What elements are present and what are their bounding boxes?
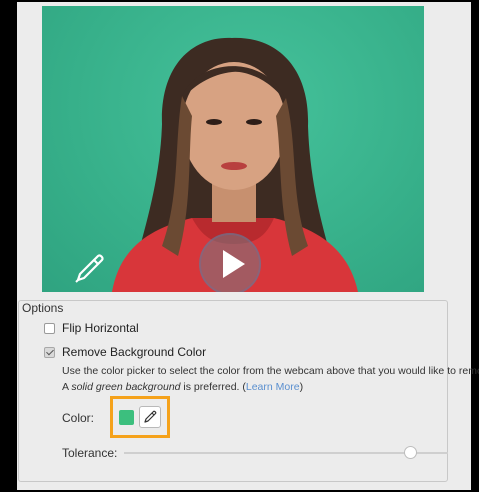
note-suffix: ) [299,381,304,393]
color-swatch[interactable] [119,410,134,425]
remove-background-description: Use the color picker to select the color… [62,365,479,377]
eyedropper-icon [144,410,157,423]
remove-background-label: Remove Background Color [62,345,207,359]
flip-horizontal-row[interactable]: Flip Horizontal [44,321,139,335]
note-emphasis: solid green background [71,381,181,393]
color-picker-button[interactable] [139,406,161,428]
flip-horizontal-checkbox[interactable] [44,322,55,334]
note-prefix: A [62,381,72,393]
remove-background-row[interactable]: Remove Background Color [44,345,206,359]
tolerance-slider-track[interactable] [124,452,448,454]
remove-background-note: A solid green background is preferred. (… [62,381,303,393]
play-button[interactable] [199,233,261,292]
eyedropper-overlay-icon[interactable] [74,250,108,284]
learn-more-link[interactable]: Learn More [246,381,300,393]
color-label: Color: [62,411,95,425]
tolerance-slider-thumb[interactable] [404,446,417,459]
flip-horizontal-label: Flip Horizontal [62,321,139,335]
remove-background-checkbox[interactable] [44,346,55,358]
play-icon [199,233,261,292]
note-mid: is preferred. ( [180,381,246,393]
options-legend: Options [20,301,66,315]
tolerance-label: Tolerance: [62,446,118,460]
webcam-preview [42,6,424,292]
